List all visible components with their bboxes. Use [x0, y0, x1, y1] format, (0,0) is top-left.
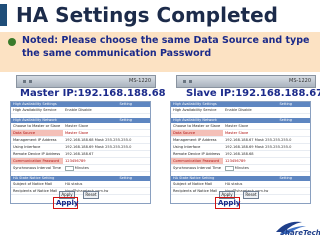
slave-settings-panel: High Availability Settings Setting High A…	[170, 101, 311, 204]
reset-button[interactable]: Reset	[83, 191, 99, 199]
title-accent	[0, 4, 7, 26]
device-model-label: MS-1220	[289, 78, 312, 84]
row-label: Choose to Master or Slave	[13, 124, 61, 128]
device-led-icon	[29, 80, 32, 83]
logo-text: ShareTech	[280, 229, 320, 237]
remote-ip-row: Remote Device IP Address 192.168.188.68	[171, 151, 310, 158]
row-label: Subject of Notice Mail	[173, 182, 213, 186]
slave-ip-label: Slave IP:192.168.188.67	[186, 88, 320, 99]
sync-interval-input[interactable]: Minutes	[63, 165, 150, 171]
bullet-icon	[8, 38, 16, 46]
password-row: Communication Password 123456789	[11, 158, 150, 165]
data-source-row: Data Source Master Slave	[11, 130, 150, 137]
row-label: Management IP Address	[173, 138, 217, 142]
master-ip-label: Master IP:192.168.188.68	[20, 88, 166, 99]
row-label: Communication Password	[171, 158, 223, 164]
sync-interval-input[interactable]: Minutes	[223, 165, 310, 171]
ha-service-radio[interactable]: Enable Disable	[223, 107, 310, 113]
title-bar: HA Settings Completed	[0, 0, 320, 30]
row-label: Data Source	[11, 130, 63, 136]
row-label: Subject of Notice Mail	[13, 182, 53, 186]
subject-row: Subject of Notice Mail HA status	[171, 181, 310, 188]
device-led-icon	[189, 80, 192, 83]
remote-ip-input[interactable]: 192.168.188.68	[223, 151, 310, 157]
ha-ip-row: Using Interface 192.168.188.69 Mask 255.2…	[171, 144, 310, 151]
row-label: Data Source	[171, 130, 223, 136]
device-led-icon	[183, 80, 186, 83]
row-label: Recipients of Notice Mail	[13, 189, 58, 193]
apply-callout-label: Apply	[218, 199, 241, 207]
row-label: Remote Device IP Address	[173, 152, 221, 156]
subject-row: Subject of Notice Mail HA status	[11, 181, 150, 188]
row-label: High Availability Service	[173, 108, 217, 112]
mgmt-ip-row: Management IP Address 192.168.188.67 Mask…	[171, 137, 310, 144]
row-label: Using Interface	[13, 145, 41, 149]
row-label: Communication Password	[11, 158, 63, 164]
reset-button[interactable]: Reset	[243, 191, 259, 199]
data-source-row: Data Source Master Slave	[171, 130, 310, 137]
ha-service-row: High Availability Service Enable Disable	[11, 107, 150, 114]
data-source-radio[interactable]: Master Slave	[223, 130, 310, 136]
device-led-icon	[23, 80, 26, 83]
apply-callout-label: Apply	[56, 199, 79, 207]
ha-service-radio[interactable]: Enable Disable	[63, 107, 150, 113]
ha-ip-row: Using Interface 192.168.188.69 Mask 255.2…	[11, 144, 150, 151]
row-label: Recipients of Notice Mail	[173, 189, 218, 193]
row-label: Remote Device IP Address	[13, 152, 61, 156]
subject-input[interactable]: HA status	[63, 181, 150, 187]
slave-device-image: MS-1220	[176, 75, 316, 88]
master-settings-panel: High Availability Settings Setting High A…	[10, 101, 151, 204]
password-row: Communication Password 123456789	[171, 158, 310, 165]
row-label: Management IP Address	[13, 138, 57, 142]
ha-service-row: High Availability Service Enable Disable	[171, 107, 310, 114]
remote-ip-input[interactable]: 192.168.188.67	[63, 151, 150, 157]
password-input[interactable]: 123456789	[223, 158, 310, 164]
mode-row: Choose to Master or Slave Master Slave	[171, 123, 310, 130]
ha-ip-input[interactable]: 192.168.188.69 Mask 255.255.255.0	[63, 144, 150, 150]
sync-unit-label: Minutes	[234, 166, 249, 170]
sync-row: Synchronous Interval Time Minutes	[171, 165, 310, 172]
remote-ip-row: Remote Device IP Address 192.168.188.67	[11, 151, 150, 158]
row-label: Using Interface	[173, 145, 201, 149]
master-device-image: MS-1220	[16, 75, 156, 88]
sync-row: Synchronous Interval Time Minutes	[11, 165, 150, 172]
sync-unit-label: Minutes	[74, 166, 89, 170]
device-model-label: MS-1220	[129, 78, 152, 84]
row-label: High Availability Service	[13, 108, 57, 112]
data-source-radio[interactable]: Master Slave	[63, 130, 150, 136]
mode-radio[interactable]: Master Slave	[63, 123, 150, 129]
subject-input[interactable]: HA status	[223, 181, 310, 187]
password-input[interactable]: 123456789	[63, 158, 150, 164]
mgmt-ip-input[interactable]: 192.168.188.68 Mask 255.255.255.0	[63, 137, 150, 143]
mode-radio[interactable]: Master Slave	[223, 123, 310, 129]
row-label: Synchronous Interval Time	[173, 166, 222, 170]
note-text: Noted: Please choose the same Data Sourc…	[22, 35, 310, 59]
mgmt-ip-input[interactable]: 192.168.188.67 Mask 255.255.255.0	[223, 137, 310, 143]
row-label: Synchronous Interval Time	[13, 166, 62, 170]
row-label: Choose to Master or Slave	[173, 124, 221, 128]
page-title: HA Settings Completed	[16, 3, 278, 27]
mgmt-ip-row: Management IP Address 192.168.188.68 Mask…	[11, 137, 150, 144]
ha-ip-input[interactable]: 192.168.188.69 Mask 255.255.255.0	[223, 144, 310, 150]
mode-row: Choose to Master or Slave Master Slave	[11, 123, 150, 130]
